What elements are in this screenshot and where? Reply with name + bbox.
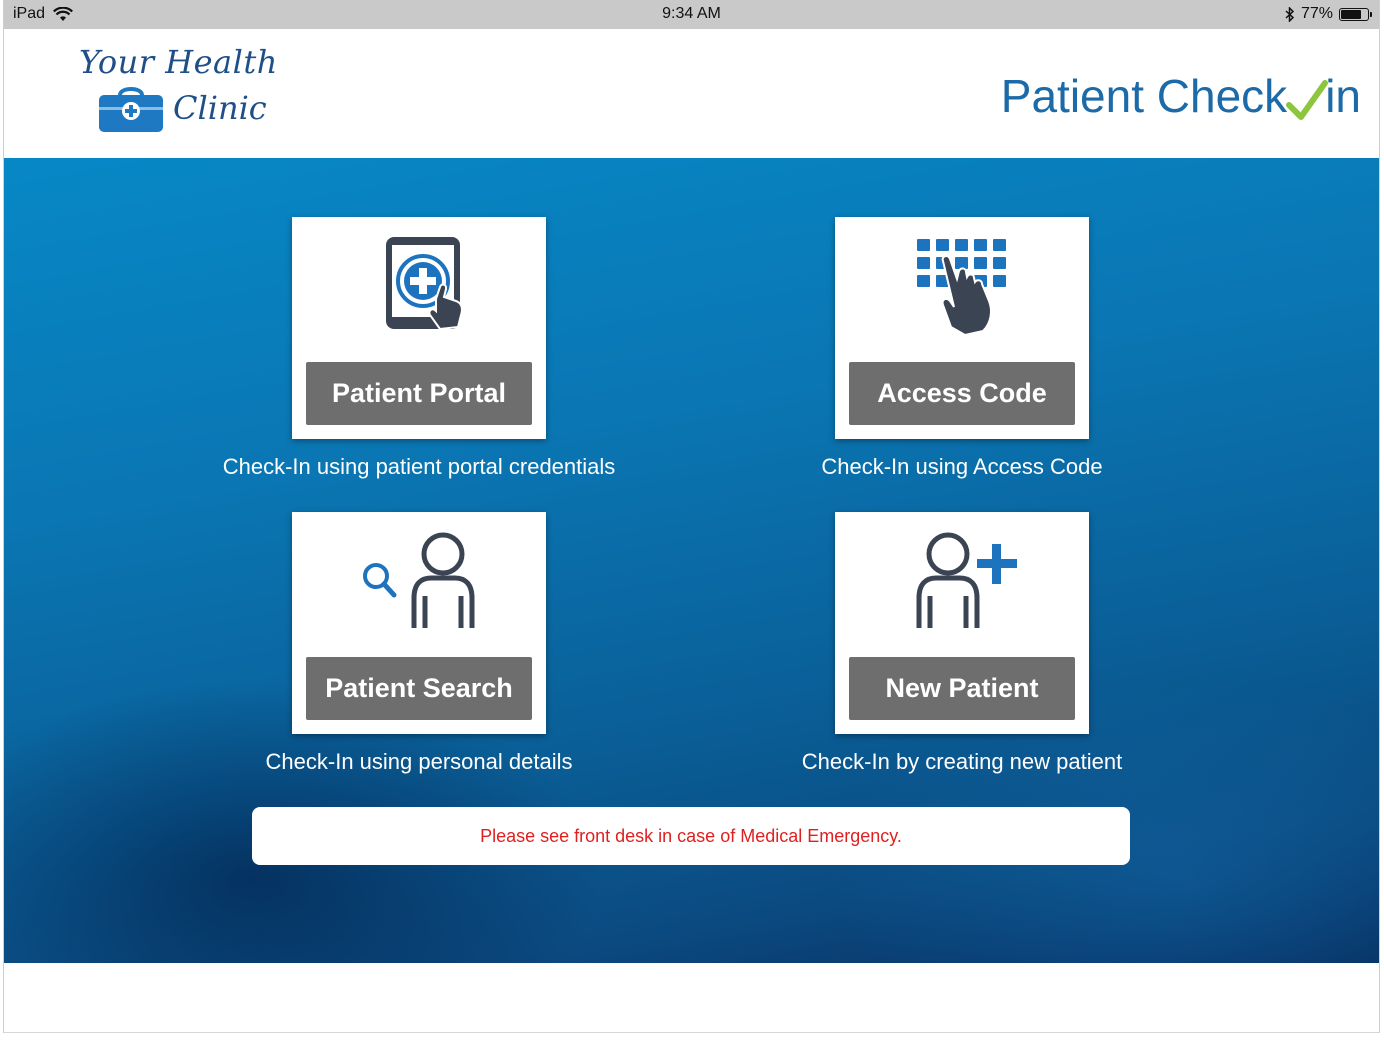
battery-icon [1339,7,1372,21]
status-bar: iPad 9:34 AM 77% [4,0,1379,29]
person-add-icon [916,532,1017,628]
clinic-logo-line2: Clinic [173,89,267,127]
new-patient-tile[interactable]: New Patient [835,512,1089,734]
tablet-medical-touch-icon [386,237,463,331]
clinic-logo: Your Health Clinic [79,43,284,143]
patient-search-tile[interactable]: Patient Search [292,512,546,734]
status-time: 9:34 AM [662,5,721,22]
medical-bag-icon [99,87,163,132]
battery-percent: 77% [1300,5,1333,22]
patient-portal-caption: Check-In using patient portal credential… [222,454,616,479]
checkin-logo-text: Patient Check [1000,70,1288,122]
emergency-notice: Please see front desk in case of Medical… [252,807,1130,865]
patient-portal-tile[interactable]: Patient Portal [292,217,546,439]
checkin-logo-suffix: in [1325,70,1361,122]
tile-icon-area [292,231,546,351]
app-window: iPad 9:34 AM 77% Your Health Clinic Pati… [3,0,1380,1033]
patient-checkin-logo: Patient Check in [1001,69,1361,123]
person-search-icon [363,532,475,628]
tile-icon-area [835,231,1089,351]
header: Your Health Clinic Patient Check in [4,29,1379,158]
new-patient-button[interactable]: New Patient [849,657,1075,720]
keypad-touch-icon [917,239,1006,337]
tile-icon-area [835,526,1089,646]
access-code-tile[interactable]: Access Code [835,217,1089,439]
tile-icon-area [292,526,546,646]
new-patient-caption: Check-In by creating new patient [801,749,1123,774]
patient-search-caption: Check-In using personal details [265,749,573,774]
bluetooth-icon [1285,6,1295,22]
battery-fill [1341,9,1361,19]
bottom-area [4,963,1379,1032]
access-code-caption: Check-In using Access Code [821,454,1103,479]
clinic-logo-line1: Your Health [79,43,278,81]
status-right: 77% [1285,5,1372,23]
patient-search-button[interactable]: Patient Search [306,657,532,720]
main-panel: Patient Portal Check-In using patient po… [4,158,1379,963]
patient-portal-button[interactable]: Patient Portal [306,362,532,425]
access-code-button[interactable]: Access Code [849,362,1075,425]
checkmark-icon [1286,80,1329,120]
